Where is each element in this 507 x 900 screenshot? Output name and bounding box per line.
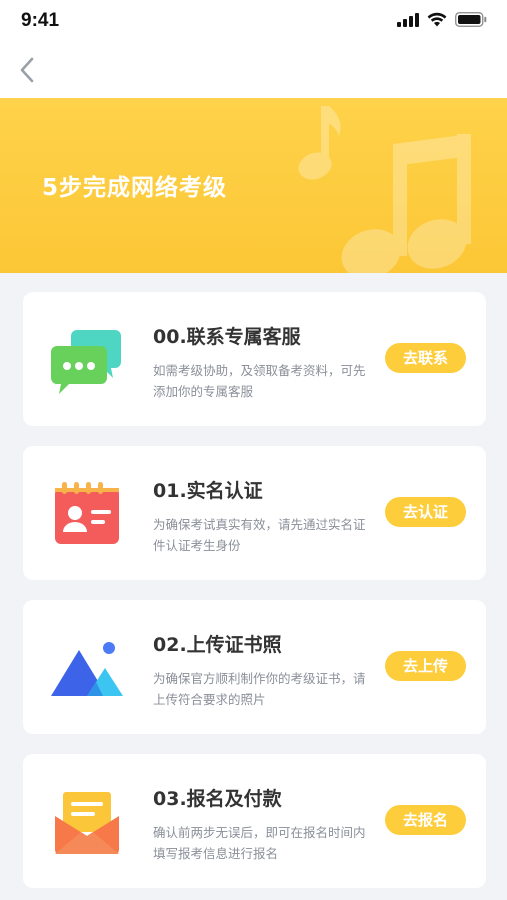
status-bar: 9:41 <box>0 0 507 44</box>
step-card-register: 03.报名及付款 确认前两步无误后，即可在报名时间内填写报考信息进行报名 去报名 <box>23 754 486 888</box>
battery-icon <box>455 12 487 27</box>
upload-button[interactable]: 去上传 <box>385 651 466 681</box>
step-card-upload: 02.上传证书照 为确保官方顺利制作你的考级证书，请上传符合要求的照片 去上传 <box>23 600 486 734</box>
step-description: 如需考级协助，及领取备考资料，可先添加你的专属客服 <box>153 363 366 399</box>
status-time: 9:41 <box>21 10 60 31</box>
step-title: 00.联系专属客服 <box>153 326 301 348</box>
step-description: 确认前两步无误后，即可在报名时间内填写报考信息进行报名 <box>153 825 366 861</box>
cellular-signal-icon <box>397 12 419 27</box>
register-button[interactable]: 去报名 <box>385 805 466 835</box>
envelope-icon <box>55 792 119 854</box>
step-title: 02.上传证书照 <box>153 634 282 656</box>
contact-button[interactable]: 去联系 <box>385 343 466 373</box>
nav-bar <box>0 44 507 98</box>
chat-bubble-icon <box>51 330 121 394</box>
banner-title: 5步完成网络考级 <box>42 175 228 201</box>
step-description: 为确保官方顺利制作你的考级证书，请上传符合要求的照片 <box>153 671 366 707</box>
music-note-icon <box>298 106 471 273</box>
wifi-icon <box>427 12 447 27</box>
verify-button[interactable]: 去认证 <box>385 497 466 527</box>
status-icons <box>397 12 487 27</box>
id-card-icon <box>55 482 119 544</box>
step-title: 03.报名及付款 <box>153 788 282 810</box>
step-title: 01.实名认证 <box>153 480 263 502</box>
step-card-verify: 01.实名认证 为确保考试真实有效，请先通过实名证件认证考生身份 去认证 <box>23 446 486 580</box>
step-description: 为确保考试真实有效，请先通过实名证件认证考生身份 <box>153 517 366 553</box>
hero-banner: 5步完成网络考级 <box>0 98 507 273</box>
image-mountain-icon <box>51 642 123 696</box>
back-button[interactable] <box>12 52 42 88</box>
step-card-contact: 00.联系专属客服 如需考级协助，及领取备考资料，可先添加你的专属客服 去联系 <box>23 292 486 426</box>
chevron-left-icon <box>20 57 34 83</box>
